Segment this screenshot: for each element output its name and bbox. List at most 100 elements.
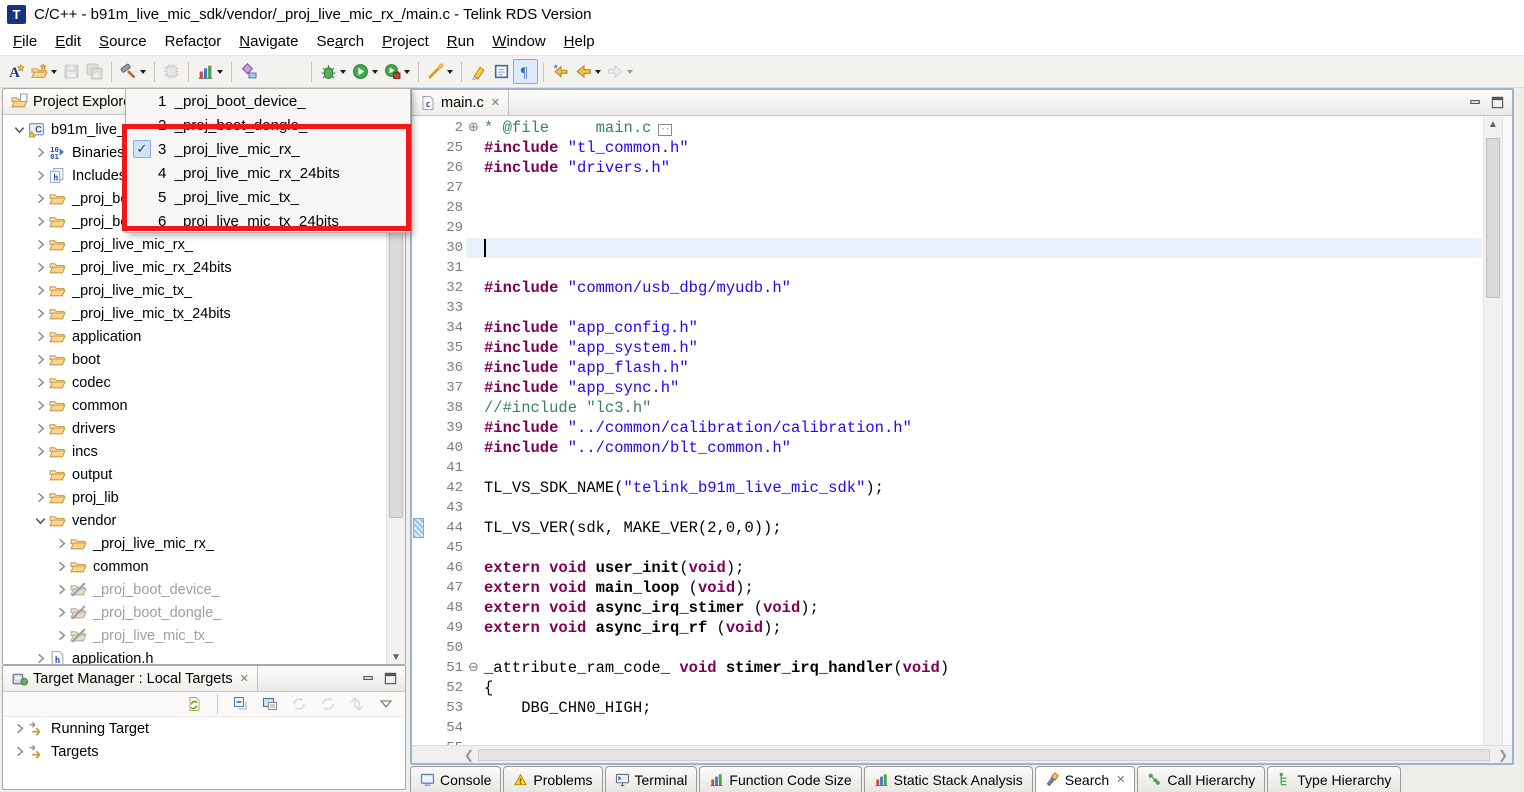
tab-target-manager[interactable]: Target Manager : Local Targets ✕ [3,666,258,691]
chevron-down-icon[interactable] [11,122,28,137]
chevron-right-icon[interactable] [32,444,49,459]
flash-tool-2-button[interactable] [260,59,283,84]
menu-project[interactable]: Project [373,30,438,53]
chevron-right-icon[interactable] [32,145,49,160]
tab-console[interactable]: Console [410,766,501,792]
code-line-32[interactable]: 32#include "common/usb_dbg/myudb.h" [412,278,1482,298]
tab-terminal[interactable]: Terminal [605,766,698,792]
chevron-down-icon[interactable] [51,70,57,74]
chevron-right-icon[interactable] [53,559,70,574]
tree-item-proj-boot-dongle[interactable]: _proj_boot_dongle_ [3,601,405,624]
menu-run[interactable]: Run [438,30,484,53]
scroll-up-arrow-icon[interactable]: ▲ [1484,116,1502,132]
code-line-33[interactable]: 33 [412,298,1482,318]
back-button[interactable] [572,59,604,84]
menu-window[interactable]: Window [483,30,554,53]
code-line-44[interactable]: 44TL_VS_VER(sdk, MAKE_VER(2,0,0)); [412,518,1482,538]
chevron-right-icon[interactable] [32,306,49,321]
menu-help[interactable]: Help [555,30,604,53]
chevron-down-icon[interactable] [447,70,453,74]
save-all-button[interactable] [83,59,106,84]
debug-button[interactable] [317,59,349,84]
tab-project-explorer[interactable]: Project Explorer [3,89,145,114]
chevron-down-icon[interactable] [140,70,146,74]
code-line-49[interactable]: 49extern void async_irq_rf (void); [412,618,1482,638]
menu-file[interactable]: File [4,30,46,53]
code-line-2[interactable]: 2⊕* @file main.c·· [412,118,1482,138]
build-button[interactable] [117,59,149,84]
chevron-right-icon[interactable] [53,628,70,643]
tree-item-proj-live-mic-rx[interactable]: _proj_live_mic_rx_ [3,532,405,555]
menu-search[interactable]: Search [308,30,374,53]
code-line-47[interactable]: 47extern void main_loop (void); [412,578,1482,598]
chevron-right-icon[interactable] [32,421,49,436]
reload-target-button[interactable] [288,692,310,717]
forward-button[interactable] [604,59,636,84]
tab-main-c[interactable]: c main.c ✕ [412,90,509,115]
code-line-52[interactable]: 52{ [412,678,1482,698]
chevron-right-icon[interactable] [11,721,28,736]
minimize-button[interactable] [361,671,376,686]
chevron-right-icon[interactable] [32,329,49,344]
code-line-42[interactable]: 42TL_VS_SDK_NAME("telink_b91m_live_mic_s… [412,478,1482,498]
code-line-37[interactable]: 37#include "app_sync.h" [412,378,1482,398]
code-line-26[interactable]: 26#include "drivers.h" [412,158,1482,178]
collapse-all-button[interactable] [230,692,252,717]
code-line-34[interactable]: 34#include "app_config.h" [412,318,1482,338]
new-c-file-button[interactable]: A [5,59,28,84]
tree-item-drivers[interactable]: drivers [3,417,405,440]
tree-item-boot[interactable]: boot [3,348,405,371]
chevron-right-icon[interactable] [32,214,49,229]
chevron-right-icon[interactable] [32,168,49,183]
menu-refactor[interactable]: Refactor [156,30,231,53]
editor-hscrollbar-thumb[interactable] [478,749,1490,761]
tree-item-proj-live-mic-tx[interactable]: _proj_live_mic_tx_ [3,624,405,647]
close-icon[interactable]: ✕ [491,96,500,109]
target-item-targets[interactable]: Targets [3,740,405,763]
chevron-down-icon[interactable] [32,513,49,528]
target-item-running-target[interactable]: Running Target [3,717,405,740]
chevron-right-icon[interactable] [32,490,49,505]
flash-tool-3-button[interactable] [283,59,306,84]
run-button[interactable] [349,59,381,84]
menu-navigate[interactable]: Navigate [230,30,307,53]
code-size-chart-button[interactable] [194,59,226,84]
tree-item-vendor[interactable]: vendor [3,509,405,532]
code-line-53[interactable]: 53 DBG_CHN0_HIGH; [412,698,1482,718]
chevron-right-icon[interactable] [32,283,49,298]
code-line-54[interactable]: 54 [412,718,1482,738]
menu-item-proj-boot-dongle[interactable]: 2 _proj_boot_dongle_ [126,113,410,137]
sync-targets-button[interactable] [346,692,368,717]
scroll-right-arrow-icon[interactable]: ❯ [1494,748,1512,762]
code-line-41[interactable]: 41 [412,458,1482,478]
menu-item-proj-live-mic-rx[interactable]: ✓3 _proj_live_mic_rx_ [126,137,410,161]
editor-scrollbar-thumb[interactable] [1486,138,1500,298]
code-line-51[interactable]: 51⊖_attribute_ram_code_ void stimer_irq_… [412,658,1482,678]
fold-toggle-icon[interactable]: ⊖ [466,658,481,678]
tab-problems[interactable]: Problems [503,766,602,792]
tree-item-output[interactable]: output [3,463,405,486]
chevron-down-icon[interactable] [627,70,633,74]
code-line-30[interactable]: 30 [412,238,1482,258]
chevron-right-icon[interactable] [53,536,70,551]
code-line-25[interactable]: 25#include "tl_common.h" [412,138,1482,158]
tree-item-proj-live-mic-tx[interactable]: _proj_live_mic_tx_ [3,279,405,302]
code-line-40[interactable]: 40#include "../common/blt_common.h" [412,438,1482,458]
code-editor[interactable]: 2⊕* @file main.c··25#include "tl_common.… [412,116,1512,745]
chevron-right-icon[interactable] [53,582,70,597]
code-line-31[interactable]: 31 [412,258,1482,278]
chevron-down-icon[interactable] [404,70,410,74]
chevron-right-icon[interactable] [53,605,70,620]
maximize-button[interactable] [383,671,398,686]
tree-item-proj-live-mic-rx[interactable]: _proj_live_mic_rx_ [3,233,405,256]
code-line-46[interactable]: 46extern void user_init(void); [412,558,1482,578]
chevron-right-icon[interactable] [32,237,49,252]
tree-item-proj-lib[interactable]: proj_lib [3,486,405,509]
save-button[interactable] [60,59,83,84]
chevron-right-icon[interactable] [32,352,49,367]
chevron-down-icon[interactable] [372,70,378,74]
tab-search[interactable]: Search✕ [1035,766,1136,792]
tab-type-hierarchy[interactable]: Type Hierarchy [1267,766,1401,792]
minimize-button[interactable] [1468,95,1483,110]
chevron-right-icon[interactable] [11,744,28,759]
